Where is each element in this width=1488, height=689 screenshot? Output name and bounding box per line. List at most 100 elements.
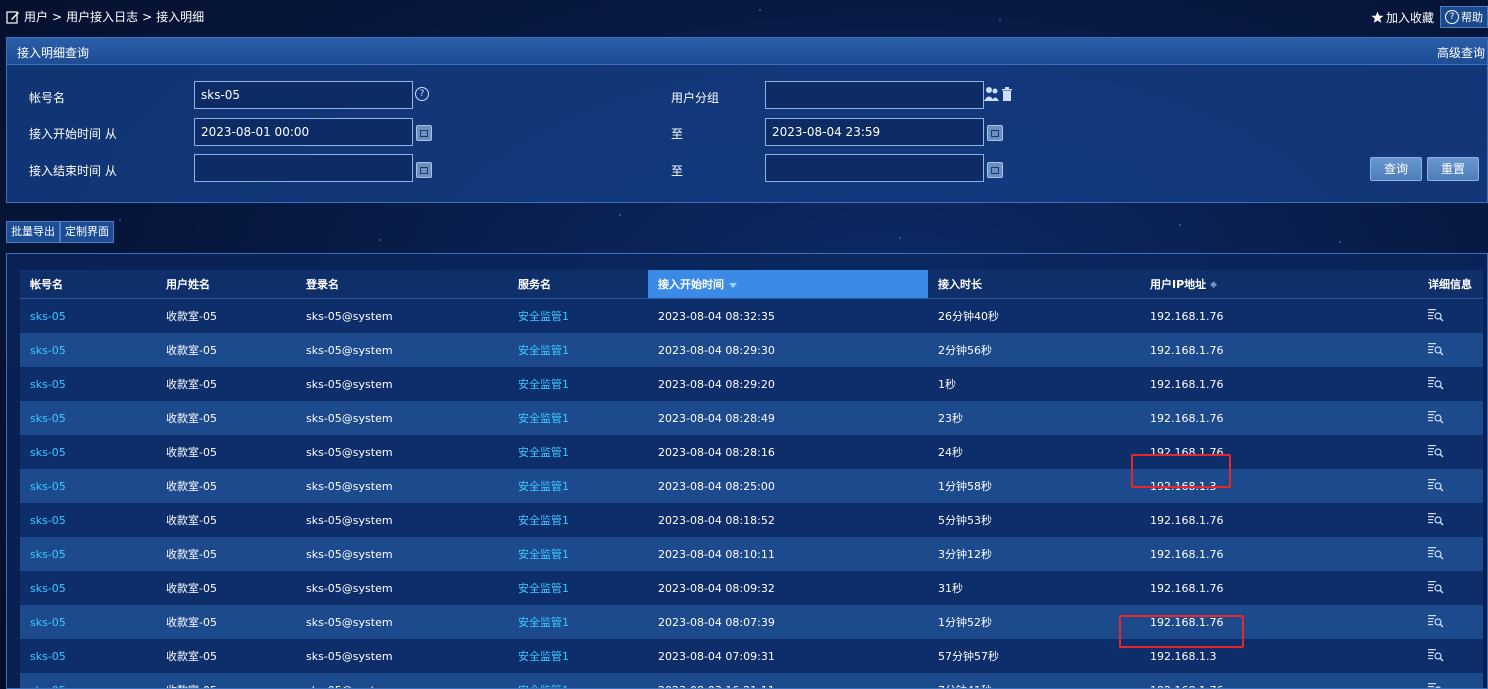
detail-search-icon[interactable] <box>1428 376 1444 390</box>
service-cell[interactable]: 安全监管1 <box>508 639 648 673</box>
batch-export-button[interactable]: 批量导出 <box>6 221 60 243</box>
start-time-cell: 2023-08-04 08:10:11 <box>648 537 928 571</box>
breadcrumb-item-detail: 接入明细 <box>156 10 205 24</box>
col-account[interactable]: 帐号名 <box>20 270 156 299</box>
start-time-cell: 2023-08-04 08:09:32 <box>648 571 928 605</box>
login-name-cell: sks-05@system <box>296 401 508 435</box>
detail-search-icon[interactable] <box>1428 512 1444 526</box>
user-name-cell: 收款室-05 <box>156 469 296 503</box>
account-cell[interactable]: sks-05 <box>20 571 156 605</box>
account-cell[interactable]: sks-05 <box>20 333 156 367</box>
start-from-input[interactable]: 2023-08-01 00:00 <box>194 118 413 146</box>
col-service[interactable]: 服务名 <box>508 270 648 299</box>
sort-desc-icon <box>729 282 737 288</box>
help-icon[interactable]: ? <box>415 87 429 101</box>
breadcrumb-item-user[interactable]: 用户 <box>24 8 48 25</box>
start-time-cell: 2023-08-04 08:29:20 <box>648 367 928 401</box>
service-cell[interactable]: 安全监管1 <box>508 673 648 688</box>
user-group-icon[interactable] <box>984 86 1000 102</box>
calendar-icon[interactable] <box>987 125 1003 141</box>
customize-view-button[interactable]: 定制界面 <box>60 221 114 243</box>
user-name-cell: 收款室-05 <box>156 503 296 537</box>
account-input[interactable]: sks-05 <box>194 81 413 109</box>
duration-cell: 26分钟40秒 <box>928 298 1140 333</box>
detail-search-icon[interactable] <box>1428 580 1444 594</box>
start-time-cell: 2023-08-04 08:07:39 <box>648 605 928 639</box>
help-button[interactable]: ? 帮助 <box>1440 6 1488 28</box>
detail-cell <box>1418 333 1483 367</box>
detail-search-icon[interactable] <box>1428 342 1444 356</box>
detail-search-icon[interactable] <box>1428 614 1444 628</box>
end-from-input[interactable] <box>194 154 413 182</box>
service-cell[interactable]: 安全监管1 <box>508 298 648 333</box>
table-row: sks-05 收款室-05 sks-05@system 安全监管1 2023-08-04… <box>20 469 1483 503</box>
account-cell[interactable]: sks-05 <box>20 673 156 688</box>
account-cell[interactable]: sks-05 <box>20 298 156 333</box>
login-name-cell: sks-05@system <box>296 605 508 639</box>
calendar-icon[interactable] <box>416 125 432 141</box>
account-cell[interactable]: sks-05 <box>20 401 156 435</box>
start-time-cell: 2023-08-04 08:18:52 <box>648 503 928 537</box>
table-row: sks-05 收款室-05 sks-05@system 安全监管1 2023-08-04… <box>20 639 1483 673</box>
advanced-query-link[interactable]: 高级查询 <box>1437 44 1485 61</box>
detail-search-icon[interactable] <box>1428 648 1444 662</box>
start-to-input[interactable]: 2023-08-04 23:59 <box>765 118 984 146</box>
detail-search-icon[interactable] <box>1428 546 1444 560</box>
account-cell[interactable]: sks-05 <box>20 537 156 571</box>
account-cell[interactable]: sks-05 <box>20 605 156 639</box>
service-cell[interactable]: 安全监管1 <box>508 571 648 605</box>
detail-search-icon[interactable] <box>1428 444 1444 458</box>
end-to-input[interactable] <box>765 154 984 182</box>
ip-cell: 192.168.1.76 <box>1140 503 1418 537</box>
user-name-cell: 收款室-05 <box>156 401 296 435</box>
service-cell[interactable]: 安全监管1 <box>508 401 648 435</box>
breadcrumb-item-log[interactable]: 用户接入日志 <box>66 8 138 25</box>
ip-cell: 192.168.1.76 <box>1140 673 1418 688</box>
trash-icon[interactable] <box>1001 87 1013 101</box>
account-cell[interactable]: sks-05 <box>20 367 156 401</box>
col-login-name[interactable]: 登录名 <box>296 270 508 299</box>
detail-search-icon[interactable] <box>1428 478 1444 492</box>
table-row: sks-05收款室-05sks-05@system安全监管12023-08-03… <box>20 673 1483 689</box>
col-duration[interactable]: 接入时长 <box>928 270 1140 299</box>
table-row: sks-05 收款室-05 sks-05@system 安全监管1 2023-08-04… <box>20 401 1483 435</box>
account-cell[interactable]: sks-05 <box>20 435 156 469</box>
ip-cell: 192.168.1.76 <box>1140 333 1418 367</box>
account-cell[interactable]: sks-05 <box>20 503 156 537</box>
service-cell[interactable]: 安全监管1 <box>508 435 648 469</box>
ip-cell: 192.168.1.76 <box>1140 401 1418 435</box>
col-ip[interactable]: 用户IP地址 ◆ <box>1140 270 1418 299</box>
service-cell[interactable]: 安全监管1 <box>508 537 648 571</box>
service-cell[interactable]: 安全监管1 <box>508 503 648 537</box>
col-start-time[interactable]: 接入开始时间 <box>648 270 928 299</box>
service-cell[interactable]: 安全监管1 <box>508 469 648 503</box>
calendar-icon[interactable] <box>416 162 432 178</box>
detail-search-icon[interactable] <box>1428 308 1444 322</box>
table-row: sks-05 收款室-05 sks-05@system 安全监管1 2023-08-04… <box>20 605 1483 639</box>
edit-page-icon <box>6 10 19 24</box>
duration-cell: 1秒 <box>928 367 1140 401</box>
account-label: 帐号名 <box>29 91 66 105</box>
start-time-cell: 2023-08-03 16:21:11 <box>648 673 928 688</box>
account-cell[interactable]: sks-05 <box>20 639 156 673</box>
service-cell[interactable]: 安全监管1 <box>508 333 648 367</box>
calendar-icon[interactable] <box>987 162 1003 178</box>
detail-search-icon[interactable] <box>1428 410 1444 424</box>
query-button[interactable]: 查询 <box>1370 157 1422 181</box>
reset-button[interactable]: 重置 <box>1427 157 1479 181</box>
group-input[interactable] <box>765 81 984 109</box>
start-from-label: 接入开始时间 从 <box>29 127 117 141</box>
detail-cell <box>1418 639 1483 673</box>
account-cell[interactable]: sks-05 <box>20 469 156 503</box>
login-name-cell: sks-05@system <box>296 367 508 401</box>
col-user-name[interactable]: 用户姓名 <box>156 270 296 299</box>
login-name-cell: sks-05@system <box>296 571 508 605</box>
duration-cell: 1分钟52秒 <box>928 605 1140 639</box>
login-name-cell: sks-05@system <box>296 503 508 537</box>
service-cell[interactable]: 安全监管1 <box>508 605 648 639</box>
service-cell[interactable]: 安全监管1 <box>508 367 648 401</box>
detail-search-icon[interactable] <box>1428 682 1444 689</box>
add-favorite-button[interactable]: 加入收藏 <box>1371 9 1434 26</box>
detail-cell <box>1418 367 1483 401</box>
user-name-cell: 收款室-05 <box>156 537 296 571</box>
